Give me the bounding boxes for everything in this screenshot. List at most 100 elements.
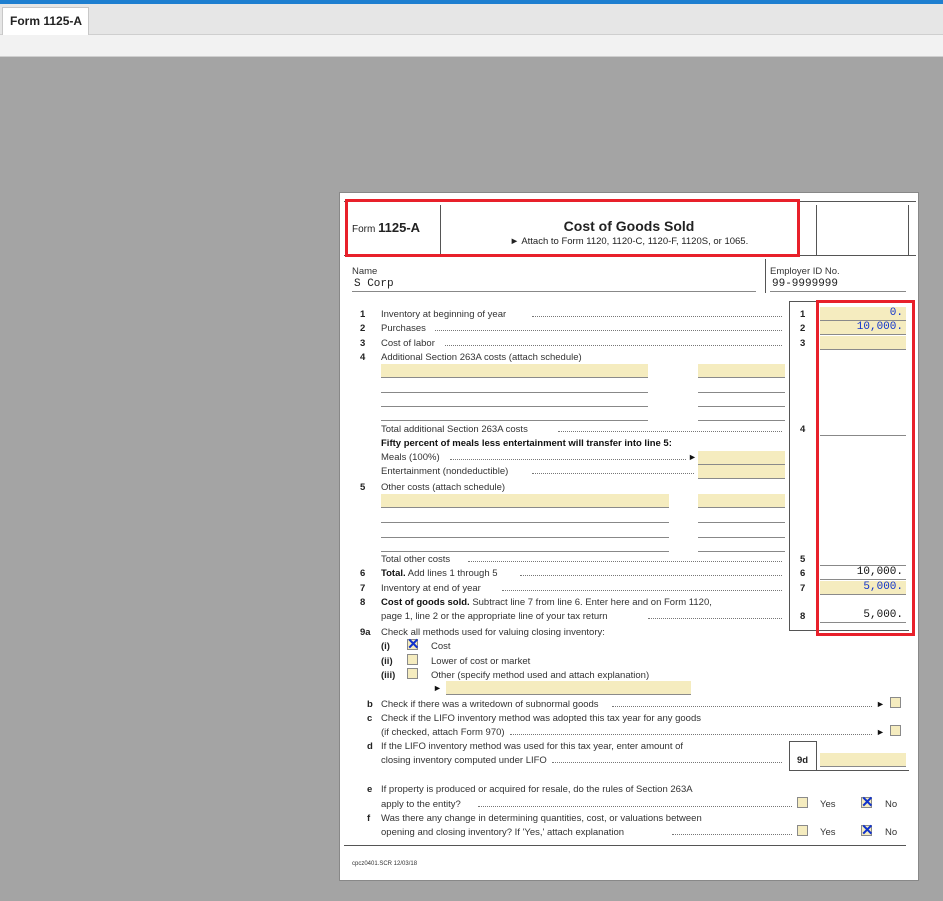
line4-amt-1[interactable] [698,364,785,378]
lifo-adopted-checkbox[interactable] [890,725,901,736]
name-field[interactable]: S Corp [354,278,394,290]
line4-desc-2[interactable] [381,392,648,393]
line4-amt-2[interactable] [698,392,785,393]
line7-text: Inventory at end of year [381,583,481,594]
line4-box: 4 [800,424,806,435]
box-column-top [789,301,816,302]
box-column-left [789,301,790,631]
line4-num: 4 [360,352,366,363]
line4-total-text: Total additional Section 263A costs [381,424,528,435]
line8-text: Cost of goods sold. Subtract line 7 from… [381,597,712,608]
line5-total-text: Total other costs [381,554,451,565]
line9f-text2: opening and closing inventory? If 'Yes,'… [381,827,625,838]
line9f-num: f [367,813,371,824]
line9b-arrow-icon: ► [876,699,885,709]
ein-underline [770,291,906,292]
opt2-roman: (ii) [381,656,393,667]
line9e-num: e [367,784,373,795]
other-method-checkbox[interactable] [407,668,418,679]
line4-desc-3[interactable] [381,406,648,407]
line5-desc-2[interactable] [381,522,669,523]
line9d-box-bottom [789,770,909,771]
line5-num: 5 [360,482,366,493]
entertainment-amount[interactable] [698,465,785,479]
line9d-box-right [816,741,817,771]
tab-form-1125a[interactable]: Form 1125-A [2,7,89,36]
line9e-text: If property is produced or acquired for … [381,784,693,795]
line8-bold: Cost of goods sold. [381,597,470,608]
line1-num: 1 [360,309,366,320]
line8-num: 8 [360,597,366,608]
section263a-no-x-icon: ✕ [861,794,874,811]
meals-text: Meals (100%) [381,452,440,463]
form-bottom-rule [344,845,906,846]
line7-num: 7 [360,583,366,594]
writedown-checkbox[interactable] [890,697,901,708]
meals-arrow-icon: ► [688,452,697,462]
line9c-leader [510,727,872,735]
ein-field[interactable]: 99-9999999 [772,278,838,290]
line9e-leader [478,799,792,807]
line1-leader [532,309,782,317]
valuation-change-no-label: No [885,827,898,838]
line4-amt-4[interactable] [698,420,785,421]
line6-text: Total. Add lines 1 through 5 [381,568,498,579]
line9d-box-left [789,741,790,771]
entertainment-leader [532,466,694,474]
line9d-box-top [789,741,816,742]
line6-desc: Add lines 1 through 5 [407,568,498,579]
line4-desc-1[interactable] [381,364,648,378]
lower-cost-market-checkbox[interactable] [407,654,418,665]
line3-box: 3 [800,338,806,349]
line6-bold: Total. [381,568,406,579]
line9b-leader [612,699,872,707]
cost-check-x-icon: ✕ [407,636,420,653]
line6-box: 6 [800,568,806,579]
tab-bar: Form 1125-A [0,4,943,36]
line9d-text2: closing inventory computed under LIFO [381,755,547,766]
line4-amt-3[interactable] [698,406,785,407]
line5-amt-4[interactable] [698,551,785,552]
line5-total-leader [468,554,782,562]
line9c-text2: (if checked, attach Form 970) [381,727,505,738]
section263a-yes-label: Yes [820,799,836,810]
line5-desc-4[interactable] [381,551,669,552]
section263a-no-label: No [885,799,898,810]
line9d-leader [552,755,782,763]
line5-desc-1[interactable] [381,494,669,508]
footer-code: cpcz0401.SCR 12/03/18 [352,861,418,867]
line9d-box: 9d [797,755,809,766]
line4-desc-4[interactable] [381,420,648,421]
form-page: Form 1125-A Cost of Goods Sold ► Attach … [339,192,919,881]
line8-leader [648,611,782,619]
line3-leader [445,338,782,346]
line5-desc-3[interactable] [381,537,669,538]
meals-leader [450,452,686,460]
header-divider-right [816,205,817,255]
entertainment-text: Entertainment (nondeductible) [381,466,509,477]
line5-amt-3[interactable] [698,537,785,538]
line9a-num: 9a [360,627,371,638]
line4-text: Additional Section 263A costs (attach sc… [381,352,582,363]
line9c-arrow-icon: ► [876,727,885,737]
opt1-label: Cost [431,641,451,652]
line9d-num: d [367,741,373,752]
line4-total-leader [558,424,782,432]
line3-text: Cost of labor [381,338,435,349]
section263a-yes-checkbox[interactable] [797,797,808,808]
valuation-change-yes-checkbox[interactable] [797,825,808,836]
header-divider-far [908,205,909,255]
line8-text2: page 1, line 2 or the appropriate line o… [381,611,608,622]
line2-text: Purchases [381,323,426,334]
opt2-label: Lower of cost or market [431,656,531,667]
line5-amt-2[interactable] [698,522,785,523]
line9f-text: Was there any change in determining quan… [381,813,702,824]
line9d-amount[interactable] [820,753,906,767]
meals-amount[interactable] [698,451,785,465]
meals-heading: Fifty percent of meals less entertainmen… [381,438,672,449]
line1-box: 1 [800,309,806,320]
line9b-num: b [367,699,373,710]
opt1-roman: (i) [381,641,390,652]
line5-amt-1[interactable] [698,494,785,508]
other-method-field[interactable] [446,681,691,695]
